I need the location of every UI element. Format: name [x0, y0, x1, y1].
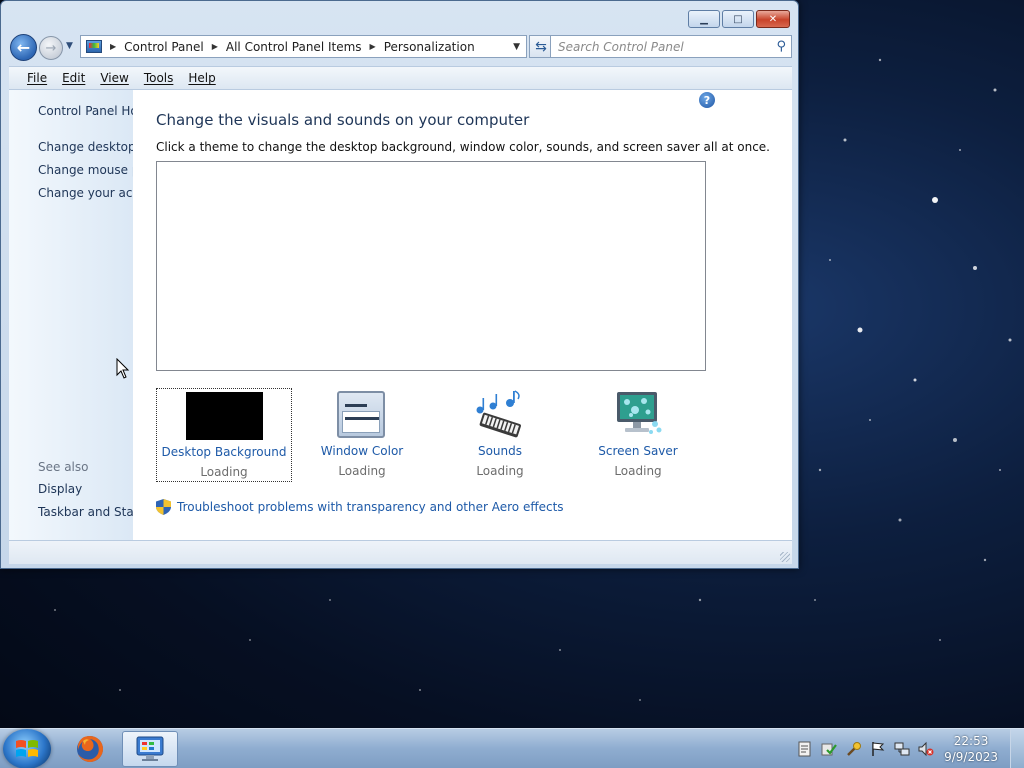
mouse-cursor-icon: [116, 358, 130, 379]
minimize-button[interactable]: ▁: [688, 10, 720, 28]
action-center-icon[interactable]: [797, 741, 813, 757]
search-input[interactable]: Search Control Panel: [558, 40, 684, 54]
menu-file[interactable]: File: [27, 71, 47, 85]
control-panel-home-link[interactable]: Control Panel Home: [38, 104, 133, 118]
task-pane: Control Panel Home Change desktop icons …: [9, 90, 133, 540]
firefox-icon: [77, 736, 103, 762]
volume-muted-icon[interactable]: [918, 741, 934, 757]
tile-status: Loading: [476, 464, 524, 478]
windows-logo-icon: [16, 740, 38, 757]
page-title: Change the visuals and sounds on your co…: [156, 111, 530, 129]
tile-status: Loading: [338, 464, 386, 478]
refresh-icon: ⇆: [535, 38, 547, 55]
menu-edit[interactable]: Edit: [62, 71, 85, 85]
taskbar-firefox-button[interactable]: [62, 731, 118, 767]
control-panel-icon: [136, 736, 164, 761]
breadcrumb-personalization[interactable]: Personalization: [384, 40, 475, 54]
tile-name[interactable]: Window Color: [294, 444, 430, 458]
troubleshoot-row: Troubleshoot problems with transparency …: [156, 499, 564, 515]
screen-saver-tile[interactable]: Screen Saver Loading: [570, 388, 706, 482]
help-icon[interactable]: ?: [699, 92, 715, 108]
address-dropdown-icon[interactable]: ▼: [513, 42, 520, 52]
see-also-label: See also: [38, 460, 89, 474]
start-button[interactable]: [3, 729, 51, 768]
clock-time: 22:53: [953, 734, 989, 748]
screen-saver-icon: [617, 392, 662, 434]
action-center-flag-icon[interactable]: [870, 741, 886, 757]
breadcrumb-all-items[interactable]: All Control Panel Items: [226, 40, 362, 54]
search-box[interactable]: Search Control Panel ⚲: [550, 35, 792, 58]
taskbar: 22:53 9/9/2023: [0, 728, 1024, 768]
chevron-right-icon[interactable]: ▶: [110, 42, 116, 51]
menu-bar: File Edit View Tools Help: [9, 66, 792, 90]
maximize-button[interactable]: □: [722, 10, 754, 28]
sounds-icon: [476, 390, 521, 438]
network-icon[interactable]: [894, 741, 910, 757]
change-account-picture-link[interactable]: Change your account picture: [38, 186, 133, 200]
navigation-bar: ← → ▼ ▶ Control Panel ▶ All Control Pane…: [10, 34, 792, 61]
theme-list[interactable]: [156, 161, 706, 371]
search-icon[interactable]: ⚲: [776, 39, 786, 54]
page-description: Click a theme to change the desktop back…: [156, 140, 770, 154]
window-color-icon: [337, 391, 385, 438]
display-link[interactable]: Display: [38, 482, 82, 496]
chevron-right-icon[interactable]: ▶: [370, 42, 376, 51]
tile-name[interactable]: Desktop Background: [157, 445, 291, 459]
change-mouse-pointers-link[interactable]: Change mouse pointers: [38, 163, 133, 177]
tile-status: Loading: [200, 465, 248, 479]
taskbar-control-panel-button[interactable]: [122, 731, 178, 767]
window-color-tile[interactable]: Window Color Loading: [294, 388, 430, 482]
window-caption-buttons: ▁ □ ✕: [688, 10, 790, 28]
menu-help[interactable]: Help: [188, 71, 215, 85]
menu-view[interactable]: View: [100, 71, 128, 85]
resize-grip[interactable]: [780, 552, 790, 562]
control-panel-icon: [86, 40, 102, 53]
personalization-window: ▁ □ ✕ ← → ▼ ▶ Control Panel ▶ All Contro…: [0, 0, 799, 569]
shield-icon: [156, 499, 171, 515]
main-content: ? Change the visuals and sounds on your …: [133, 90, 792, 540]
recent-pages-dropdown-icon[interactable]: ▼: [66, 41, 73, 51]
tile-name[interactable]: Sounds: [432, 444, 568, 458]
breadcrumb-control-panel[interactable]: Control Panel: [124, 40, 204, 54]
menu-tools[interactable]: Tools: [144, 71, 174, 85]
clock-date: 9/9/2023: [944, 750, 998, 764]
tile-name[interactable]: Screen Saver: [570, 444, 706, 458]
sounds-tile[interactable]: Sounds Loading: [432, 388, 568, 482]
back-button[interactable]: ←: [10, 34, 37, 61]
taskbar-start-menu-link[interactable]: Taskbar and Start Menu: [38, 505, 133, 519]
clock[interactable]: 22:53 9/9/2023: [944, 733, 998, 765]
close-button[interactable]: ✕: [756, 10, 790, 28]
tile-status: Loading: [614, 464, 662, 478]
troubleshoot-link[interactable]: Troubleshoot problems with transparency …: [177, 500, 564, 514]
show-desktop-button[interactable]: [1010, 729, 1024, 768]
security-check-icon[interactable]: [821, 741, 837, 757]
status-bar: [9, 540, 792, 564]
desktop-background-tile[interactable]: Desktop Background Loading: [156, 388, 292, 482]
chevron-right-icon[interactable]: ▶: [212, 42, 218, 51]
tools-icon[interactable]: [846, 741, 862, 757]
change-desktop-icons-link[interactable]: Change desktop icons: [38, 140, 133, 154]
address-bar[interactable]: ▶ Control Panel ▶ All Control Panel Item…: [80, 35, 527, 58]
desktop-background-thumbnail: [186, 392, 263, 440]
forward-button[interactable]: →: [39, 36, 63, 60]
